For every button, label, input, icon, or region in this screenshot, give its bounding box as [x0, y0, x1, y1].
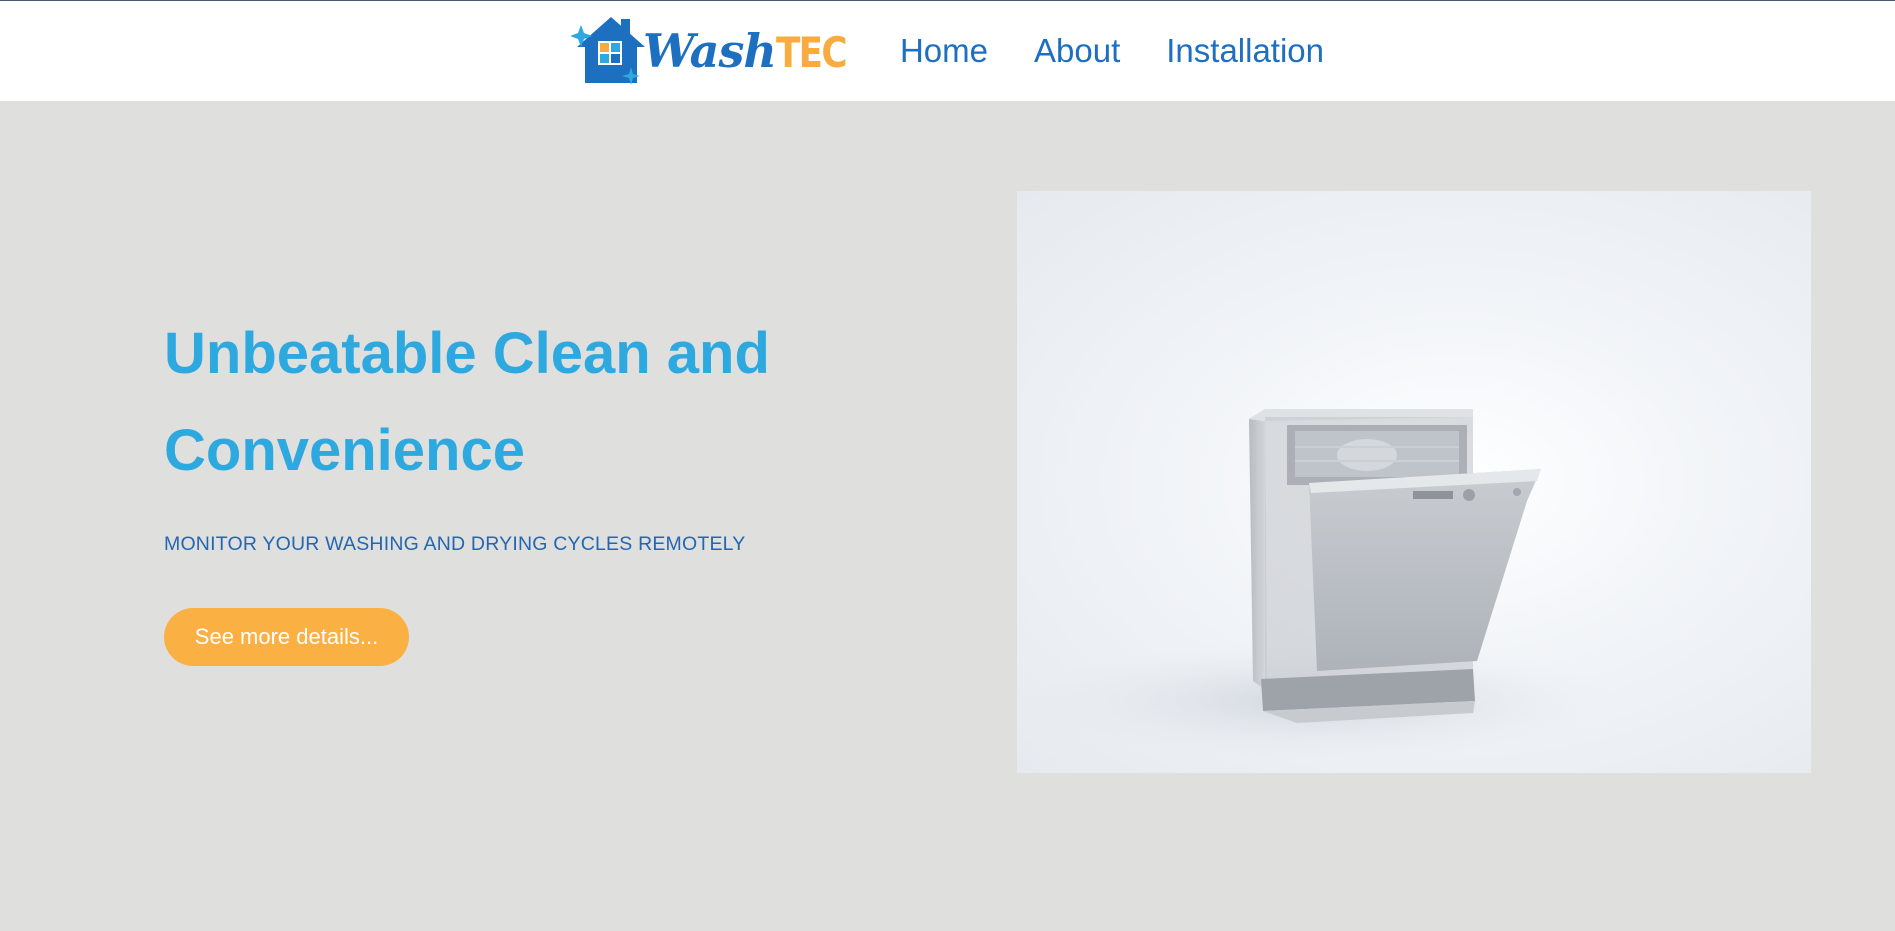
hero-title-line2: Convenience	[164, 418, 525, 483]
logo-wordmark: Wash TEC	[643, 24, 858, 78]
nav-installation-link[interactable]: Installation	[1166, 32, 1324, 70]
logo-word-wash: Wash	[642, 24, 777, 78]
main-nav: Home About Installation	[900, 32, 1324, 70]
hero-text: Unbeatable Clean and Convenience MONITOR…	[164, 305, 924, 666]
hero-subtitle: MONITOR YOUR WASHING AND DRYING CYCLES R…	[164, 533, 746, 555]
see-more-details-button[interactable]: See more details...	[164, 608, 409, 666]
nav-home-link[interactable]: Home	[900, 32, 988, 70]
site-header: Wash TEC Home About Installation	[0, 1, 1895, 101]
house-sparkle-logo-icon	[569, 11, 647, 91]
washtec-logo[interactable]: Wash TEC	[569, 9, 858, 93]
hero-title: Unbeatable Clean and Convenience	[164, 305, 924, 499]
logo-word-tec: TEC	[775, 28, 848, 77]
dishwasher-photo	[1017, 191, 1811, 773]
nav-about-link[interactable]: About	[1034, 32, 1120, 70]
hero-title-line1: Unbeatable Clean and	[164, 321, 770, 386]
